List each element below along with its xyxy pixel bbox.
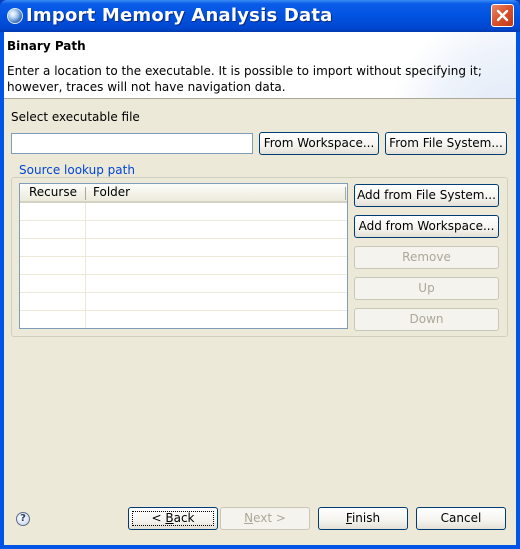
dialog-window: Import Memory Analysis Data Binary Path … xyxy=(0,0,520,549)
table-header: Recurse Folder xyxy=(20,184,347,203)
add-from-workspace-label: Add from Workspace... xyxy=(358,219,495,233)
dialog-client-area: Binary Path Enter a location to the exec… xyxy=(4,32,516,545)
column-divider xyxy=(85,203,86,328)
add-from-file-system-button[interactable]: Add from File System... xyxy=(354,184,499,207)
down-button[interactable]: Down xyxy=(354,308,499,331)
table-row[interactable] xyxy=(20,257,347,275)
eclipse-icon xyxy=(7,8,23,24)
finish-button[interactable]: Finish xyxy=(318,507,408,530)
cancel-button[interactable]: Cancel xyxy=(416,507,506,530)
column-header-recurse[interactable]: Recurse xyxy=(29,185,77,199)
table-row[interactable] xyxy=(20,275,347,293)
from-workspace-button[interactable]: From Workspace... xyxy=(259,132,379,155)
executable-path-input[interactable] xyxy=(11,133,253,154)
back-button[interactable]: < Back xyxy=(128,507,218,530)
title-bar[interactable]: Import Memory Analysis Data xyxy=(0,0,520,32)
back-rest: ack xyxy=(173,511,195,525)
back-mnemonic: B xyxy=(165,511,174,525)
back-label: < Back xyxy=(129,508,217,529)
wizard-banner: Binary Path Enter a location to the exec… xyxy=(4,32,516,99)
remove-label: Remove xyxy=(402,250,451,264)
finish-label: Finish xyxy=(319,508,407,529)
next-rest: ext > xyxy=(253,511,286,525)
remove-button[interactable]: Remove xyxy=(354,246,499,269)
window-title: Import Memory Analysis Data xyxy=(26,5,333,26)
add-from-file-system-label: Add from File System... xyxy=(357,188,496,202)
finish-rest: inish xyxy=(351,511,381,525)
table-row[interactable] xyxy=(20,239,347,257)
column-separator[interactable] xyxy=(85,187,86,200)
page-description: Enter a location to the executable. It i… xyxy=(7,64,482,94)
close-icon xyxy=(496,9,509,22)
down-label: Down xyxy=(409,312,444,326)
source-lookup-label: Source lookup path xyxy=(17,163,137,177)
help-button[interactable]: ? xyxy=(16,512,30,526)
next-mnemonic: N xyxy=(244,511,254,525)
executable-label: Select executable file xyxy=(11,110,140,124)
from-file-system-button[interactable]: From File System... xyxy=(385,132,507,155)
table-row[interactable] xyxy=(20,293,347,311)
from-workspace-label: From Workspace... xyxy=(263,136,375,150)
column-header-folder[interactable]: Folder xyxy=(93,185,130,199)
source-lookup-table[interactable]: Recurse Folder xyxy=(19,183,348,329)
add-from-workspace-button[interactable]: Add from Workspace... xyxy=(354,215,499,238)
table-row[interactable] xyxy=(20,311,347,328)
page-title: Binary Path xyxy=(7,39,86,53)
up-button[interactable]: Up xyxy=(354,277,499,300)
up-label: Up xyxy=(418,281,435,295)
help-icon: ? xyxy=(20,513,26,524)
table-row[interactable] xyxy=(20,221,347,239)
close-button[interactable] xyxy=(491,4,514,27)
table-row[interactable] xyxy=(20,203,347,221)
from-file-system-label: From File System... xyxy=(389,136,503,150)
column-separator[interactable] xyxy=(345,187,346,200)
next-button[interactable]: Next > xyxy=(220,507,310,530)
next-label: Next > xyxy=(221,508,309,529)
cancel-label: Cancel xyxy=(440,511,482,525)
back-prefix: < xyxy=(151,511,166,525)
